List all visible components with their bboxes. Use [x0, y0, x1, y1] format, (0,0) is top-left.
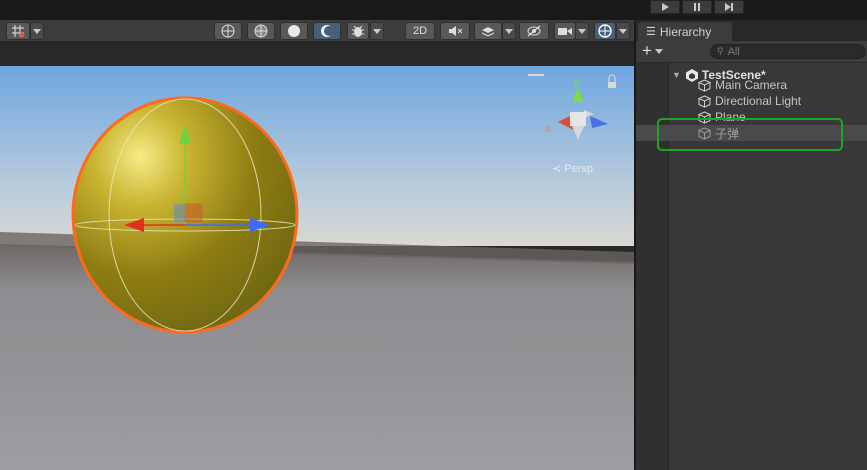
lit-button[interactable] — [313, 22, 341, 40]
gameobject-cube-icon — [698, 78, 711, 92]
search-placeholder: All — [727, 45, 740, 58]
camera-button[interactable] — [554, 22, 576, 40]
grid-icon — [12, 25, 25, 38]
highlight-box — [657, 118, 843, 151]
hierarchy-tab-label: Hierarchy — [659, 24, 712, 39]
search-input[interactable]: ⚲ All — [710, 44, 866, 59]
camera-dropdown[interactable] — [575, 22, 589, 40]
audio-button[interactable] — [440, 22, 470, 40]
tab-hierarchy[interactable]: ☰ Hierarchy — [638, 22, 732, 41]
camera-icon — [558, 28, 572, 35]
wireframe-sphere-icon — [221, 24, 235, 38]
gizmo-tools-dropdown[interactable] — [502, 22, 516, 40]
play-icon — [662, 3, 669, 11]
step-icon — [725, 3, 733, 11]
gizmos-button[interactable] — [594, 22, 616, 40]
render-debug-dropdown[interactable] — [370, 22, 384, 40]
create-dropdown-icon — [654, 48, 663, 54]
projection-label[interactable]: ≺ Persp — [552, 163, 593, 175]
render-debug-button[interactable] — [347, 22, 369, 40]
drag-handle[interactable] — [528, 74, 544, 76]
list-icon: ☰ — [646, 26, 656, 38]
gizmo-x-label: x — [545, 123, 551, 135]
play-button[interactable] — [650, 0, 680, 14]
pause-icon — [694, 3, 700, 11]
grid-snap-dropdown[interactable] — [30, 22, 44, 40]
scene-toolbar: 2D — [0, 20, 634, 42]
hierarchy-panel: ☰ Hierarchy + ⚲ All ▼ TestScene* Main Ca… — [636, 20, 867, 470]
hierarchy-tab-strip: ☰ Hierarchy — [636, 20, 867, 41]
gameobject-cube-icon — [698, 94, 711, 108]
bug-icon — [352, 25, 364, 37]
scene-viewport[interactable]: y z x ≺ Persp — [0, 66, 634, 470]
scene-visibility-button[interactable] — [519, 22, 549, 40]
audio-mute-icon — [449, 26, 463, 36]
toggle-2d-button[interactable]: 2D — [405, 22, 435, 40]
hierarchy-item-directional-light[interactable]: Directional Light — [636, 93, 867, 109]
hierarchy-item-main-camera[interactable]: Main Camera — [636, 77, 867, 93]
gizmo-y-label: y — [574, 77, 580, 89]
gizmo-z-label: z — [612, 118, 618, 130]
tool-layers-icon — [481, 27, 495, 37]
shaded-wire-sphere-icon — [254, 24, 268, 38]
item-label: Directional Light — [715, 94, 802, 108]
hidden-eye-icon — [527, 25, 541, 37]
shaded-wireframe-button[interactable] — [247, 22, 275, 40]
pause-button[interactable] — [682, 0, 712, 14]
gizmo-globe-icon — [598, 24, 612, 38]
shaded-sphere-icon — [288, 25, 300, 37]
hierarchy-toolbar: + ⚲ All — [636, 41, 867, 63]
gizmos-dropdown[interactable] — [616, 22, 630, 40]
play-toolbar — [0, 0, 867, 20]
step-button[interactable] — [714, 0, 744, 14]
lit-sphere-icon — [321, 25, 334, 37]
create-button[interactable]: + — [642, 41, 663, 60]
item-label: Main Camera — [715, 78, 788, 92]
gizmo-tools-button[interactable] — [474, 22, 502, 40]
search-icon: ⚲ — [717, 46, 724, 56]
wireframe-button[interactable] — [214, 22, 242, 40]
plus-icon: + — [642, 41, 652, 60]
shaded-button[interactable] — [280, 22, 308, 40]
grid-snap-button[interactable] — [6, 22, 30, 40]
